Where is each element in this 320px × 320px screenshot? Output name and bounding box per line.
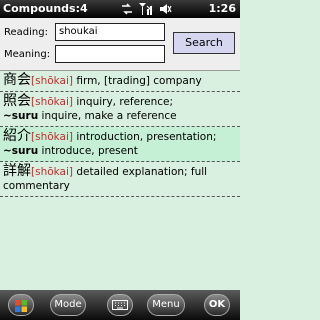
signal-icon[interactable] [138, 2, 154, 16]
entry-kanji: 紹介 [3, 128, 31, 144]
entry-reading: [shōkai] [31, 166, 73, 178]
entry-suru: ~suru [3, 110, 39, 122]
window-title: Compounds:4 [3, 2, 88, 15]
entry-suru-definition: inquire, make a reference [38, 110, 177, 122]
search-panel: Reading: shoukai Meaning: Search [0, 18, 240, 71]
meaning-label: Meaning: [4, 49, 51, 60]
entry-definition: firm, [trading] company [73, 75, 202, 87]
entry-kanji: 詳解 [3, 163, 31, 179]
mode-button[interactable]: Mode [50, 294, 86, 316]
reading-input[interactable]: shoukai [55, 23, 165, 41]
connection-icon[interactable] [120, 2, 134, 16]
soft-key-bar: Mode Menu OK [0, 290, 240, 320]
entry-suru: ~suru [3, 145, 39, 157]
reading-label: Reading: [4, 27, 48, 38]
entry-kanji: 照会 [3, 93, 31, 109]
title-bar: Compounds:4 1:26 [0, 0, 240, 18]
keyboard-icon[interactable] [107, 294, 133, 316]
volume-icon[interactable] [158, 2, 172, 16]
list-item[interactable]: 紹介[shōkai] introduction, presentation; ~… [0, 127, 240, 162]
entry-suru-definition: introduce, present [38, 145, 138, 157]
entry-kanji: 商会 [3, 72, 31, 88]
entry-reading: [shōkai] [31, 96, 73, 108]
clock[interactable]: 1:26 [209, 2, 236, 15]
status-icons [120, 1, 172, 17]
results-list[interactable]: 商会[shōkai] firm, [trading] company 照会[sh… [0, 71, 240, 290]
windows-start-icon[interactable] [8, 294, 34, 316]
list-item[interactable]: 詳解[shōkai] detailed explanation; full co… [0, 162, 240, 197]
ok-button[interactable]: OK [204, 294, 230, 316]
list-item[interactable]: 照会[shōkai] inquiry, reference; ~suru inq… [0, 92, 240, 127]
entry-reading: [shōkai] [31, 75, 73, 87]
entry-reading: [shōkai] [31, 131, 73, 143]
list-item[interactable]: 商会[shōkai] firm, [trading] company [0, 71, 240, 92]
meaning-input[interactable] [55, 45, 165, 63]
entry-definition: inquiry, reference; [73, 96, 174, 108]
entry-definition: introduction, presentation; [73, 131, 217, 143]
search-button[interactable]: Search [173, 32, 235, 54]
menu-button[interactable]: Menu [147, 294, 185, 316]
